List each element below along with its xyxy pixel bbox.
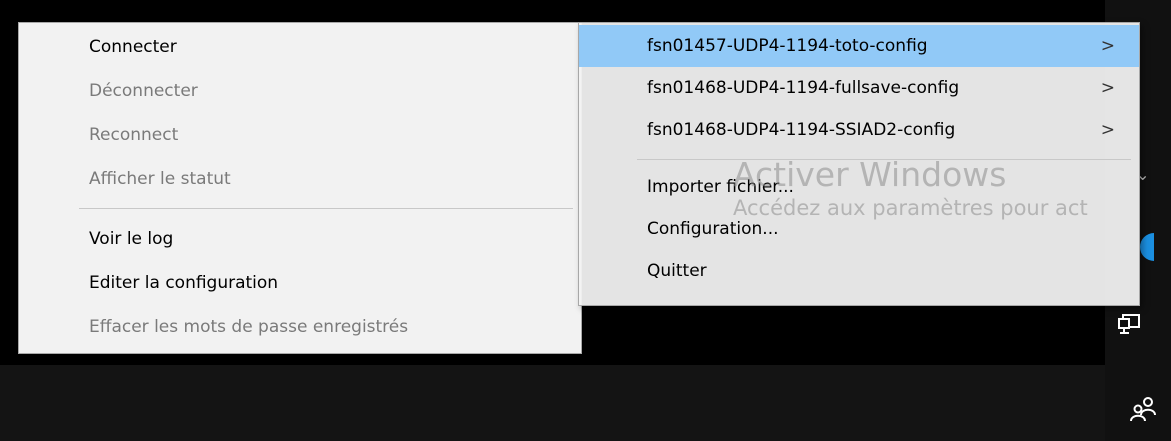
menu-item-connecter[interactable]: Connecter bbox=[19, 25, 581, 69]
chevron-right-icon: > bbox=[1100, 36, 1115, 56]
menu-item-importer-fichier[interactable]: Importer fichier... bbox=[579, 166, 1139, 208]
desktop: ⌄ Connecter Déconnecter Reconnect Affich… bbox=[0, 0, 1171, 441]
config-item-label: fsn01468-UDP4-1194-SSIAD2-config bbox=[647, 120, 956, 140]
menu-item-effacer-mots-de-passe[interactable]: Effacer les mots de passe enregistrés bbox=[19, 305, 581, 349]
people-icon[interactable] bbox=[1128, 395, 1158, 423]
menu-separator bbox=[637, 159, 1131, 160]
menu-item-reconnect[interactable]: Reconnect bbox=[19, 113, 581, 157]
chevron-right-icon: > bbox=[1100, 120, 1115, 140]
openvpn-config-menu: fsn01457-UDP4-1194-toto-config > fsn0146… bbox=[578, 22, 1140, 306]
chevron-right-icon: > bbox=[1100, 78, 1115, 98]
menu-item-configuration[interactable]: Configuration... bbox=[579, 208, 1139, 250]
network-icon[interactable] bbox=[1117, 313, 1143, 337]
openvpn-context-menu: Connecter Déconnecter Reconnect Afficher… bbox=[18, 22, 582, 354]
config-item-fullsave[interactable]: fsn01468-UDP4-1194-fullsave-config > bbox=[579, 67, 1139, 109]
menu-separator bbox=[79, 208, 573, 209]
menu-item-afficher-statut[interactable]: Afficher le statut bbox=[19, 157, 581, 201]
taskbar bbox=[0, 365, 1171, 441]
menu-item-quitter[interactable]: Quitter bbox=[579, 250, 1139, 292]
menu-item-voir-log[interactable]: Voir le log bbox=[19, 217, 581, 261]
config-item-ssiad2[interactable]: fsn01468-UDP4-1194-SSIAD2-config > bbox=[579, 109, 1139, 151]
config-item-label: fsn01468-UDP4-1194-fullsave-config bbox=[647, 78, 960, 98]
config-item-label: fsn01457-UDP4-1194-toto-config bbox=[647, 36, 928, 56]
config-item-toto[interactable]: fsn01457-UDP4-1194-toto-config > bbox=[579, 25, 1139, 67]
menu-item-editer-configuration[interactable]: Editer la configuration bbox=[19, 261, 581, 305]
menu-item-deconnecter[interactable]: Déconnecter bbox=[19, 69, 581, 113]
